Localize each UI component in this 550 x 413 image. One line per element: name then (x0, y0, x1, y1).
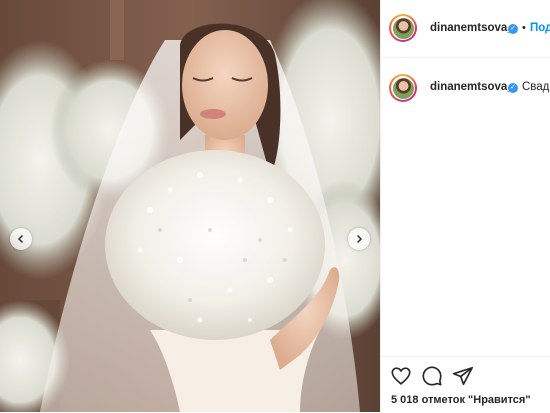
verified-badge-icon: ✓ (508, 83, 518, 93)
follow-button[interactable]: Подп (530, 22, 550, 34)
caption-text: Свадьб (522, 81, 550, 93)
avatar-image (392, 77, 414, 99)
heart-icon (391, 367, 411, 385)
next-photo-button[interactable] (348, 228, 370, 250)
previous-photo-button[interactable] (10, 228, 32, 250)
like-button[interactable] (390, 365, 412, 387)
username-link[interactable]: dinanemtsova_ (430, 22, 514, 34)
post-side-panel: dinanemtsova_ ✓ • Подп dinanemtsova_ ✓ С… (380, 0, 550, 412)
avatar-ring (391, 76, 415, 100)
avatar-ring (391, 16, 415, 40)
comment-icon (422, 366, 442, 386)
chevron-left-icon (17, 234, 24, 244)
bride-with-bouquet-image (0, 0, 380, 412)
avatar-image (392, 17, 414, 39)
share-button[interactable] (452, 365, 474, 387)
verified-badge-icon: ✓ (508, 24, 518, 34)
caption-avatar[interactable] (389, 74, 417, 102)
comment-button[interactable] (421, 365, 443, 387)
separator-dot: • (522, 22, 526, 34)
caption-row: dinanemtsova_ ✓ Свадьб (381, 60, 550, 116)
avatar[interactable] (389, 14, 417, 42)
caption-username-link[interactable]: dinanemtsova_ (430, 81, 514, 93)
post-photo[interactable] (0, 0, 380, 412)
chevron-right-icon (356, 234, 363, 244)
post-actions: 5 018 отметок "Нравится" (381, 356, 550, 413)
post-header: dinanemtsova_ ✓ • Подп (381, 0, 550, 58)
likes-count[interactable]: 5 018 отметок "Нравится" (391, 394, 531, 406)
paper-plane-icon (453, 366, 473, 386)
